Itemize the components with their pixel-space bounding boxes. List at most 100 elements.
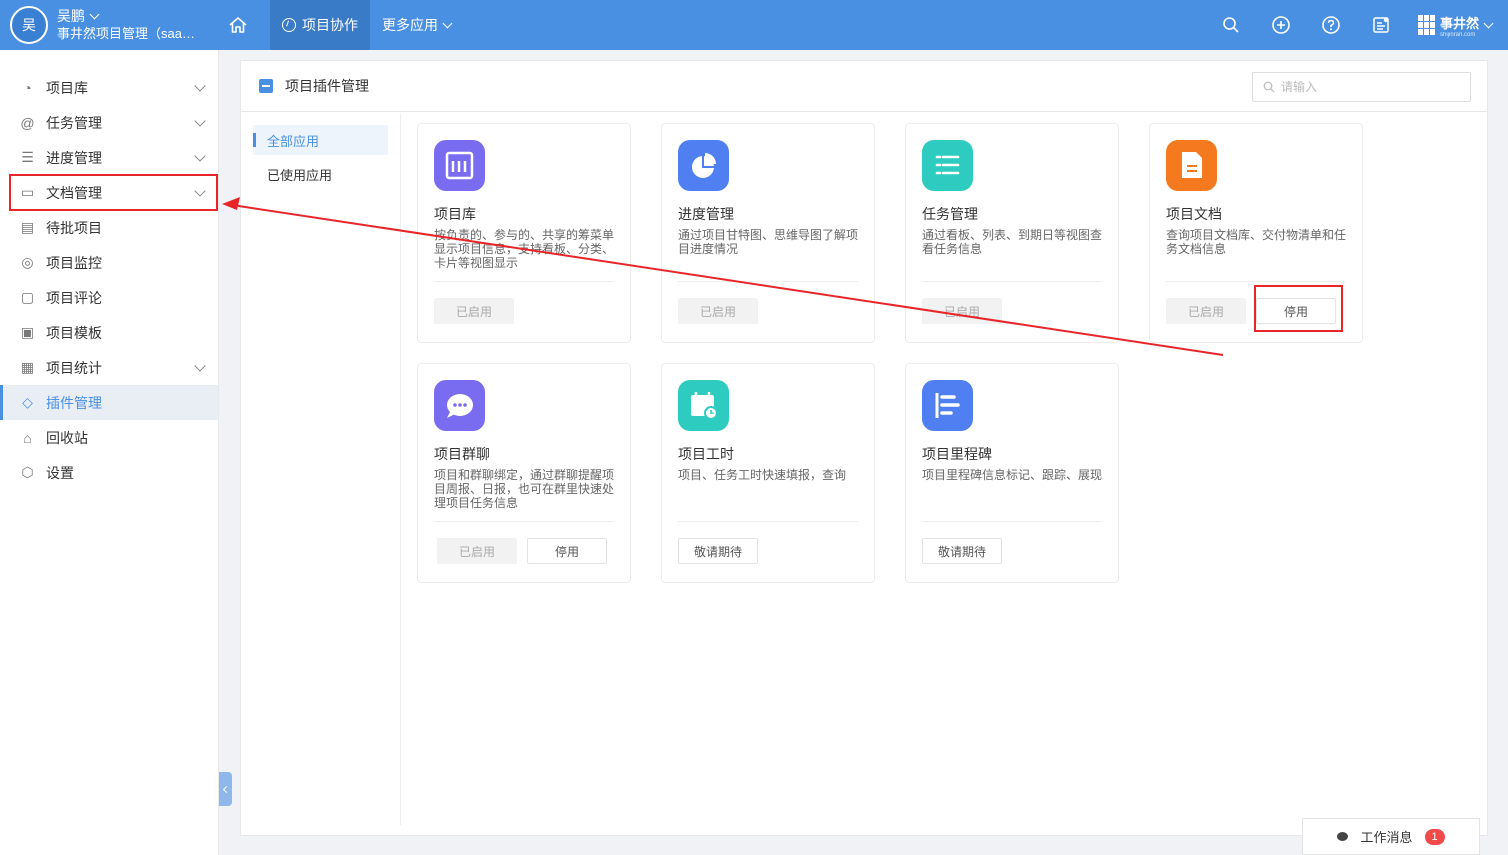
- plugin-card: 项目库 按负责的、参与的、共享的筹菜单显示项目信息，支持看板、分类、卡片等视图显示…: [417, 123, 631, 343]
- chat-bubble-icon: [1337, 832, 1349, 841]
- divider: [1166, 281, 1346, 282]
- notice-icon: [1373, 17, 1389, 33]
- app-filter-nav: 全部应用 已使用应用: [241, 113, 401, 825]
- coming-soon-button[interactable]: 敬请期待: [922, 538, 1002, 564]
- add-button[interactable]: [1256, 0, 1306, 50]
- search-icon: [1263, 81, 1275, 93]
- sidebar-menu: ◔ 项目库 @ 任务管理 ☰ 进度管理 ▭ 文档管理 ▤ 待批项目 ◎ 项目监控 ▢ 项目评论 ▣ 项目模板 ▦…: [0, 50, 218, 490]
- comment-icon: ▢: [20, 289, 35, 305]
- avatar[interactable]: 吴: [10, 6, 48, 44]
- filter-all-apps[interactable]: 全部应用: [253, 125, 388, 155]
- brand-logo-icon: [1417, 15, 1436, 35]
- plugin-card: 项目群聊 项目和群聊绑定，通过群聊提醒项目周报、日报，也可在群里快速处理项目任务信…: [417, 363, 631, 583]
- chevron-down-icon[interactable]: [194, 150, 206, 162]
- plugin-card-desc: 通过看板、列表、到期日等视图查看任务信息: [922, 228, 1103, 256]
- template-icon: ▣: [20, 324, 35, 340]
- notice-button[interactable]: [1356, 0, 1406, 50]
- brand-switcher[interactable]: 事井然 shijinran.com: [1406, 13, 1508, 38]
- plugin-card-desc: 项目里程碑信息标记、跟踪、展现: [922, 468, 1103, 482]
- enabled-status-button: 已启用: [437, 538, 517, 564]
- plugin-card: 任务管理 通过看板、列表、到期日等视图查看任务信息 已启用: [905, 123, 1119, 343]
- disable-button[interactable]: 停用: [527, 538, 607, 564]
- chat-icon: [434, 380, 485, 431]
- plugin-card-title: 进度管理: [678, 206, 734, 222]
- chevron-down-icon[interactable]: [194, 80, 206, 92]
- plugin-card: 项目工时 项目、任务工时快速填报，查询 敬请期待: [661, 363, 875, 583]
- sidebar-item-1[interactable]: @ 任务管理: [0, 105, 218, 140]
- sidebar-item-label: 设置: [46, 464, 74, 481]
- trash-icon: ⌂: [23, 429, 32, 446]
- sidebar-item-0[interactable]: ◔ 项目库: [0, 70, 218, 105]
- milestone-icon: [922, 380, 973, 431]
- plugin-card-desc: 通过项目甘特图、思维导图了解项目进度情况: [678, 228, 859, 256]
- file-icon: [1166, 140, 1217, 191]
- compass-icon: [282, 18, 296, 32]
- home-button[interactable]: [205, 0, 270, 50]
- sidebar-item-label: 插件管理: [46, 394, 102, 411]
- search-icon: [1223, 17, 1239, 33]
- sidebar-item-5[interactable]: ◎ 项目监控: [0, 245, 218, 280]
- plugin-card-title: 任务管理: [922, 206, 978, 222]
- disable-button[interactable]: 停用: [1256, 298, 1336, 324]
- org-name: 事井然项目管理（saas...: [57, 26, 197, 41]
- enabled-status-button: 已启用: [434, 298, 514, 324]
- monitor-icon: ◎: [21, 254, 34, 270]
- sidebar-item-6[interactable]: ▢ 项目评论: [0, 280, 218, 315]
- work-message-label: 工作消息: [1360, 830, 1413, 845]
- plugin-card-desc: 查询项目文档库、交付物清单和任务文档信息: [1166, 228, 1347, 256]
- unread-badge: 1: [1424, 828, 1445, 845]
- divider: [922, 281, 1102, 282]
- chevron-down-icon: [442, 18, 453, 28]
- sidebar-item-label: 文档管理: [46, 184, 102, 201]
- enabled-status-button: 已启用: [1166, 298, 1246, 324]
- approve-icon: ▤: [20, 219, 35, 235]
- main-header: 项目插件管理: [241, 61, 1487, 112]
- sidebar-item-4[interactable]: ▤ 待批项目: [0, 210, 218, 245]
- pie-chart-icon: [678, 140, 729, 191]
- divider: [922, 521, 1102, 522]
- chevron-down-icon[interactable]: [194, 185, 206, 197]
- sidebar-collapse-handle[interactable]: [219, 772, 232, 806]
- main-panel: 项目插件管理 全部应用 已使用应用 项目库按负责的、参与的、共享的筹菜单显示项目…: [240, 60, 1488, 836]
- plugin-card-title: 项目工时: [678, 446, 734, 462]
- help-button[interactable]: [1306, 0, 1356, 50]
- sidebar-item-3[interactable]: ▭ 文档管理: [0, 175, 218, 210]
- sidebar-item-7[interactable]: ▣ 项目模板: [0, 315, 218, 350]
- search-button[interactable]: [1206, 0, 1256, 50]
- sidebar-item-label: 任务管理: [46, 114, 102, 131]
- user-menu[interactable]: 吴 吴鹏 事井然项目管理（saas...: [0, 6, 205, 44]
- filter-used-apps[interactable]: 已使用应用: [253, 159, 388, 189]
- tab-project-collab[interactable]: 项目协作: [270, 0, 370, 50]
- sidebar-item-label: 待批项目: [46, 219, 102, 236]
- sidebar-item-8[interactable]: ▦ 项目统计: [0, 350, 218, 385]
- chevron-down-icon: [89, 9, 100, 19]
- sidebar-item-10[interactable]: ⌂ 回收站: [0, 420, 218, 455]
- settings-icon: ⬡: [21, 464, 34, 480]
- divider: [678, 281, 858, 282]
- sidebar-item-11[interactable]: ⬡ 设置: [0, 455, 218, 490]
- sidebar-item-2[interactable]: ☰ 进度管理: [0, 140, 218, 175]
- top-bar: 吴 吴鹏 事井然项目管理（saas... 项目协作 更多应用 事井然 shiji…: [0, 0, 1508, 50]
- plus-circle-icon: [1272, 16, 1290, 34]
- plugin-card-desc: 按负责的、参与的、共享的筹菜单显示项目信息，支持看板、分类、卡片等视图显示: [434, 228, 615, 270]
- search-box[interactable]: [1252, 72, 1471, 102]
- chevron-down-icon[interactable]: [194, 360, 206, 372]
- divider: [678, 521, 858, 522]
- compass-icon: ◔: [23, 79, 32, 96]
- tab-more-apps[interactable]: 更多应用: [370, 0, 463, 50]
- sidebar-item-9[interactable]: ◇ 插件管理: [0, 385, 218, 420]
- user-name: 吴鹏: [57, 8, 85, 24]
- chevron-down-icon: [1483, 18, 1494, 28]
- sidebar-item-label: 项目统计: [46, 359, 102, 376]
- page-title: 项目插件管理: [285, 78, 369, 94]
- annotation-arrow-head: [222, 197, 240, 210]
- search-input[interactable]: [1281, 80, 1461, 94]
- document-icon: ▭: [20, 184, 35, 200]
- tab-label: 项目协作: [302, 17, 358, 33]
- plugin-box-icon: [259, 79, 273, 93]
- chevron-down-icon[interactable]: [194, 115, 206, 127]
- plugin-card-title: 项目里程碑: [922, 446, 992, 462]
- work-message-bar[interactable]: 工作消息 1: [1302, 818, 1480, 855]
- coming-soon-button[interactable]: 敬请期待: [678, 538, 758, 564]
- help-icon: [1322, 16, 1340, 34]
